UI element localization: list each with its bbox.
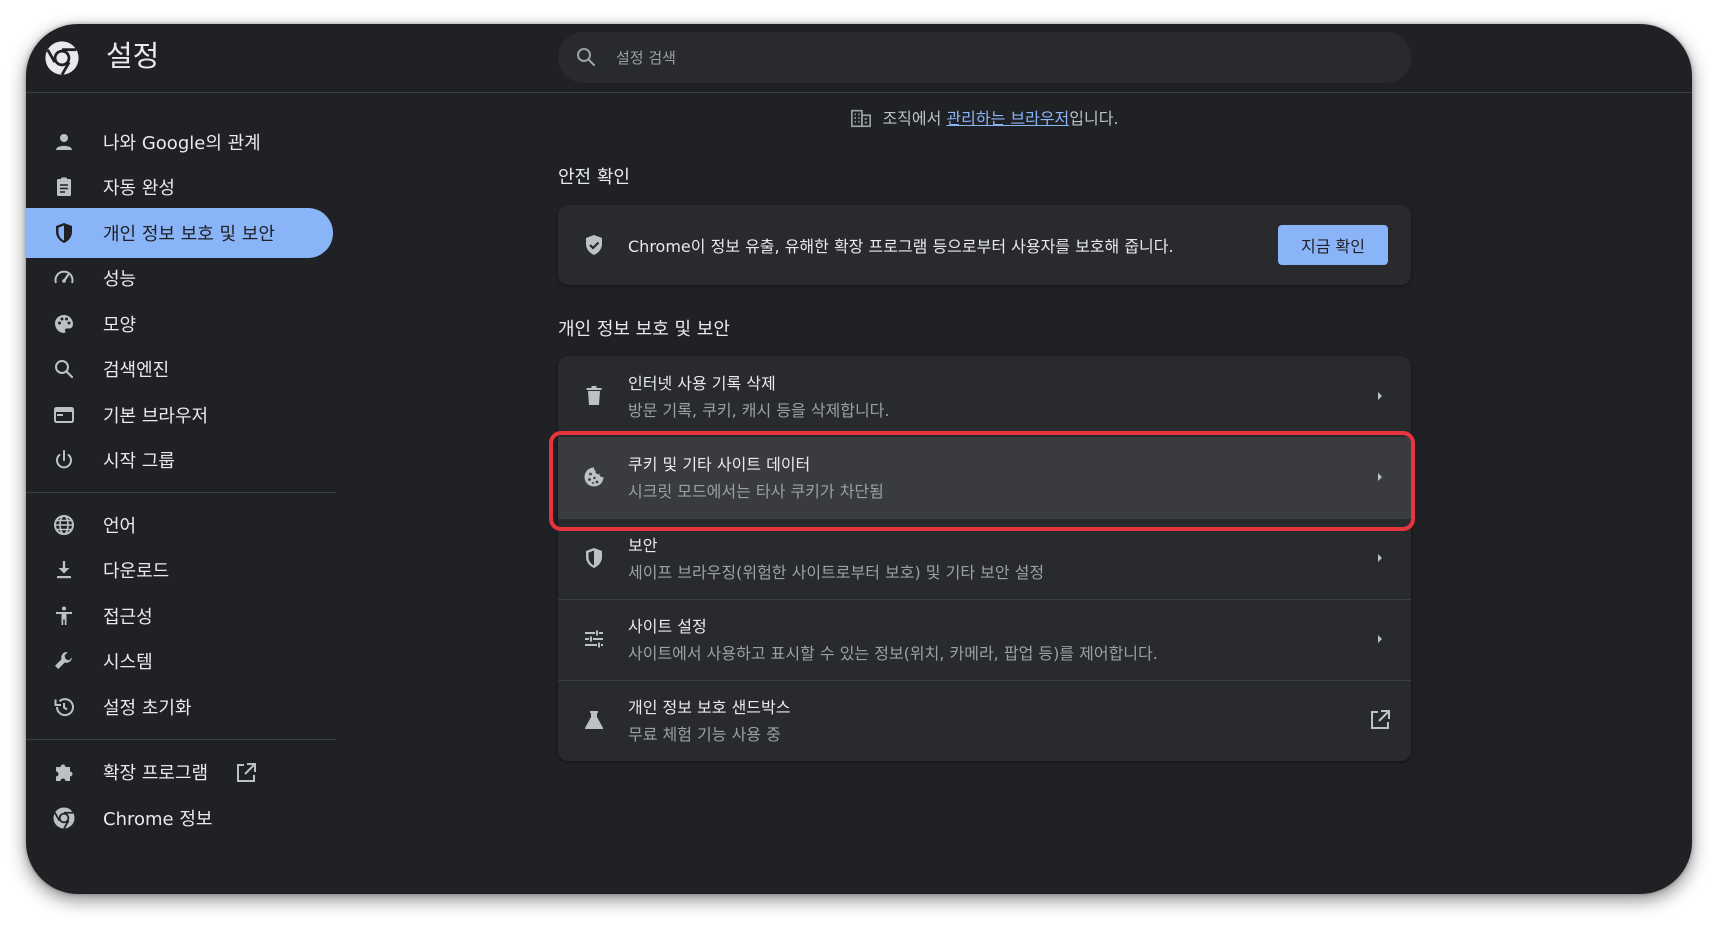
sidebar-item-autofill[interactable]: 자동 완성	[26, 162, 333, 212]
sidebar-item-label: 모양	[103, 315, 137, 336]
row-subtitle: 시크릿 모드에서는 타사 쿠키가 차단됨	[628, 482, 884, 501]
row-privacy-sandbox[interactable]: 개인 정보 보호 샌드박스 무료 체험 기능 사용 중	[558, 680, 1411, 761]
external-link-icon	[237, 763, 256, 782]
row-subtitle: 무료 체험 기능 사용 중	[628, 725, 781, 744]
sidebar-item-privacy-security[interactable]: 개인 정보 보호 및 보안	[26, 208, 333, 258]
sidebar-item-reset-settings[interactable]: 설정 초기화	[26, 682, 333, 732]
history-icon	[54, 698, 74, 717]
chevron-right-icon	[1378, 392, 1382, 400]
sidebar-item-system[interactable]: 시스템	[26, 636, 333, 686]
sidebar-item-downloads[interactable]: 다운로드	[26, 545, 333, 595]
browser-icon	[54, 407, 74, 423]
sidebar-item-label: 성능	[103, 269, 137, 290]
chevron-right-icon	[1378, 554, 1382, 562]
managed-prefix: 조직에서	[882, 109, 947, 128]
safety-check-card: Chrome이 정보 유출, 유해한 확장 프로그램 등으로부터 사용자를 보호…	[558, 205, 1411, 285]
page-title: 설정	[106, 39, 160, 73]
row-security[interactable]: 보안 세이프 브라우징(위험한 사이트로부터 보호) 및 기타 보안 설정	[558, 518, 1411, 599]
power-icon	[56, 450, 72, 469]
sidebar-item-label: 접근성	[103, 607, 153, 628]
sidebar-item-label: 나와 Google의 관계	[103, 133, 261, 154]
sidebar-item-performance[interactable]: 성능	[26, 253, 333, 303]
palette-icon	[55, 315, 73, 333]
sidebar-item-languages[interactable]: 언어	[26, 500, 333, 550]
shield-check-icon	[586, 235, 602, 255]
sidebar-item-label: Chrome 정보	[103, 809, 213, 830]
sidebar-item-label: 시스템	[103, 652, 153, 673]
chevron-right-icon	[1378, 473, 1382, 481]
person-icon	[56, 134, 72, 150]
row-subtitle: 사이트에서 사용하고 표시할 수 있는 정보(위치, 카메라, 팝업 등)를 제…	[628, 644, 1158, 663]
search-box[interactable]	[558, 32, 1411, 83]
main-content: 조직에서 관리하는 브라우저입니다. 안전 확인 Chrome이 정보 유출, …	[549, 93, 1415, 893]
sidebar-item-label: 개인 정보 보호 및 보안	[103, 224, 275, 245]
row-site-settings[interactable]: 사이트 설정 사이트에서 사용하고 표시할 수 있는 정보(위치, 카메라, 팝…	[558, 599, 1411, 680]
puzzle-icon	[56, 764, 73, 781]
clipboard-icon	[57, 177, 71, 196]
safety-check-text: Chrome이 정보 유출, 유해한 확장 프로그램 등으로부터 사용자를 보호…	[628, 237, 1174, 256]
sidebar-item-label: 기본 브라우저	[103, 406, 209, 427]
sidebar: 나와 Google의 관계 자동 완성 개인 정보 보호 및 보안 성능 모양 …	[26, 93, 338, 893]
search-input[interactable]	[614, 40, 1378, 76]
cookie-icon	[584, 467, 604, 487]
wrench-icon	[55, 652, 72, 669]
trash-icon	[586, 386, 602, 405]
row-title: 보안	[628, 536, 658, 555]
privacy-card: 인터넷 사용 기록 삭제 방문 기록, 쿠키, 캐시 등을 삭제합니다. 쿠키 …	[549, 356, 1415, 761]
sidebar-item-label: 검색엔진	[103, 360, 170, 381]
privacy-heading: 개인 정보 보호 및 보안	[558, 319, 730, 340]
sidebar-item-label: 언어	[103, 516, 137, 537]
sidebar-item-accessibility[interactable]: 접근성	[26, 591, 333, 641]
speedometer-icon	[54, 270, 74, 284]
chrome-icon	[53, 807, 75, 829]
building-icon	[851, 109, 872, 128]
search-icon	[577, 48, 596, 67]
external-link-icon	[1371, 710, 1390, 729]
managed-suffix: 입니다.	[1069, 109, 1119, 128]
chevron-right-icon	[1378, 635, 1382, 643]
shield-icon	[586, 548, 602, 568]
safety-check-heading: 안전 확인	[558, 167, 630, 188]
sidebar-item-label: 확장 프로그램	[103, 763, 209, 784]
chrome-logo-icon	[45, 41, 79, 76]
search-icon	[55, 360, 74, 379]
flask-icon	[585, 711, 603, 729]
sidebar-item-extensions[interactable]: 확장 프로그램	[26, 747, 333, 797]
managed-browser-link[interactable]: 관리하는 브라우저	[946, 109, 1069, 128]
sidebar-item-default-browser[interactable]: 기본 브라우저	[26, 390, 333, 440]
sidebar-item-about-chrome[interactable]: Chrome 정보	[26, 793, 333, 843]
download-icon	[57, 561, 71, 579]
tune-icon	[585, 630, 603, 648]
row-subtitle: 세이프 브라우징(위험한 사이트로부터 보호) 및 기타 보안 설정	[628, 563, 1045, 582]
sidebar-item-search-engine[interactable]: 검색엔진	[26, 344, 333, 394]
accessibility-icon	[56, 606, 72, 625]
sidebar-item-label: 다운로드	[103, 561, 170, 582]
row-subtitle: 방문 기록, 쿠키, 캐시 등을 삭제합니다.	[628, 401, 890, 420]
row-cookies-site-data[interactable]: 쿠키 및 기타 사이트 데이터 시크릿 모드에서는 타사 쿠키가 차단됨	[558, 437, 1411, 518]
row-title: 인터넷 사용 기록 삭제	[628, 374, 776, 393]
settings-window: 설정 나와 Google의 관계 자동 완성 개인 정보 보호 및 보안 성능	[26, 24, 1692, 894]
sidebar-item-on-startup[interactable]: 시작 그룹	[26, 435, 333, 485]
sidebar-divider	[26, 492, 336, 493]
row-title: 사이트 설정	[628, 617, 707, 636]
globe-icon	[54, 515, 74, 535]
shield-icon	[56, 223, 72, 243]
check-now-button[interactable]: 지금 확인	[1278, 225, 1388, 265]
row-title: 개인 정보 보호 샌드박스	[628, 698, 791, 717]
sidebar-item-label: 설정 초기화	[103, 698, 192, 719]
sidebar-item-you-and-google[interactable]: 나와 Google의 관계	[26, 117, 333, 167]
row-title: 쿠키 및 기타 사이트 데이터	[628, 455, 811, 474]
sidebar-item-label: 자동 완성	[103, 178, 175, 199]
sidebar-divider	[26, 739, 336, 740]
row-clear-browsing-data[interactable]: 인터넷 사용 기록 삭제 방문 기록, 쿠키, 캐시 등을 삭제합니다.	[558, 356, 1411, 437]
top-bar: 설정	[26, 24, 1692, 93]
sidebar-item-label: 시작 그룹	[103, 451, 175, 472]
sidebar-item-appearance[interactable]: 모양	[26, 299, 333, 349]
managed-notice: 조직에서 관리하는 브라우저입니다.	[558, 107, 1411, 131]
